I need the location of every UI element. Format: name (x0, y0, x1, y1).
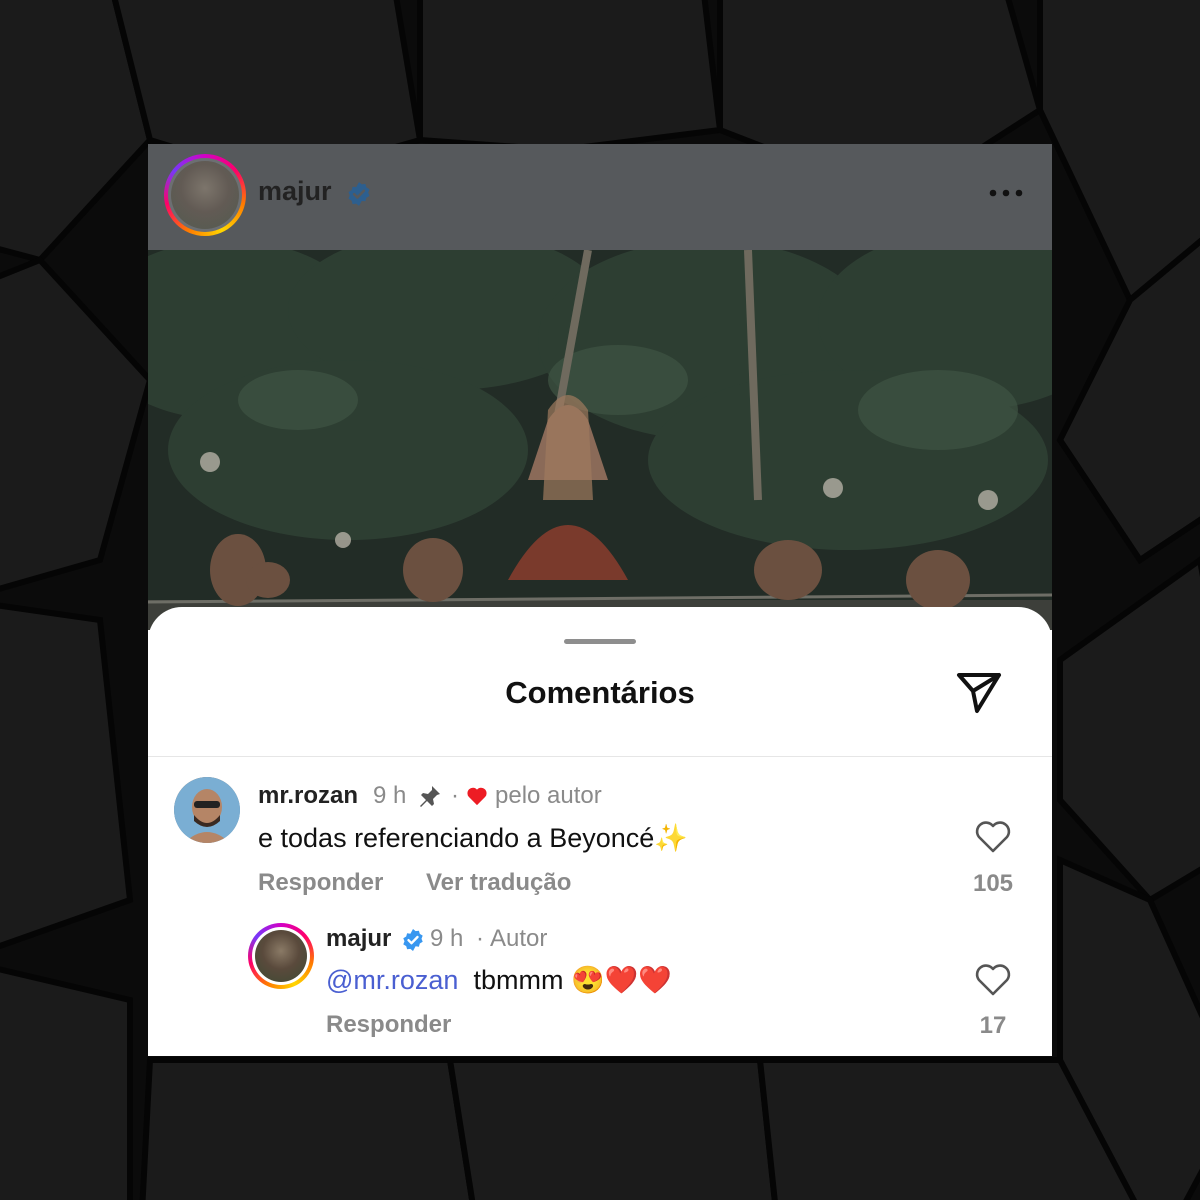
sheet-divider (148, 756, 1052, 757)
send-icon[interactable] (954, 665, 1004, 715)
like-count: 17 (979, 1012, 1007, 1039)
reply-button[interactable]: Responder (258, 869, 383, 897)
reply-author-avatar[interactable] (248, 923, 314, 989)
liked-by-author-heart-icon (467, 787, 487, 806)
meta-separator: · (451, 782, 459, 809)
translate-button[interactable]: Ver tradução (426, 869, 571, 897)
post-photo[interactable] (148, 250, 1052, 630)
avatar-photo-icon (174, 777, 240, 843)
like-heart-icon[interactable] (974, 963, 1012, 997)
reply-button[interactable]: Responder (326, 1011, 451, 1039)
more-options-icon[interactable] (988, 188, 1024, 198)
reply-username[interactable]: majur (326, 925, 391, 953)
verified-badge-icon (403, 929, 423, 951)
post-author-username[interactable]: majur (258, 176, 332, 207)
liked-by-author-label: pelo autor (495, 782, 602, 809)
commenter-avatar[interactable] (174, 777, 240, 843)
comment-time: 9 h (373, 782, 407, 809)
comment-username[interactable]: mr.rozan (258, 782, 358, 810)
instagram-post-card: majur Comentários mr.rozan 9 h · pelo au… (148, 144, 1052, 1056)
comment-text: e todas referenciando a Beyoncé✨ (258, 822, 688, 854)
sparkles-emoji: ✨ (654, 823, 688, 853)
jungle-scene-image (148, 250, 1052, 630)
author-badge: Autor (490, 925, 548, 952)
reply-time: 9 h (430, 925, 464, 952)
post-header: majur (148, 144, 1052, 250)
pin-icon (420, 786, 440, 807)
post-author-avatar[interactable] (164, 154, 246, 236)
reply-text-body: tbmmm (473, 965, 564, 995)
comment-text-body: e todas referenciando a Beyoncé (258, 823, 655, 853)
sheet-title: Comentários (505, 675, 695, 710)
reply-emoji: 😍❤️❤️ (570, 965, 672, 995)
mention-link[interactable]: @mr.rozan (326, 965, 458, 995)
like-heart-icon[interactable] (974, 820, 1012, 854)
meta-separator: · (476, 925, 484, 952)
comments-sheet: Comentários mr.rozan 9 h · pelo autor e … (148, 607, 1052, 1056)
verified-badge-icon (348, 182, 370, 206)
like-count: 105 (972, 870, 1014, 897)
reply-text: @mr.rozan tbmmm 😍❤️❤️ (326, 964, 672, 996)
sheet-grabber-handle[interactable] (564, 639, 636, 644)
